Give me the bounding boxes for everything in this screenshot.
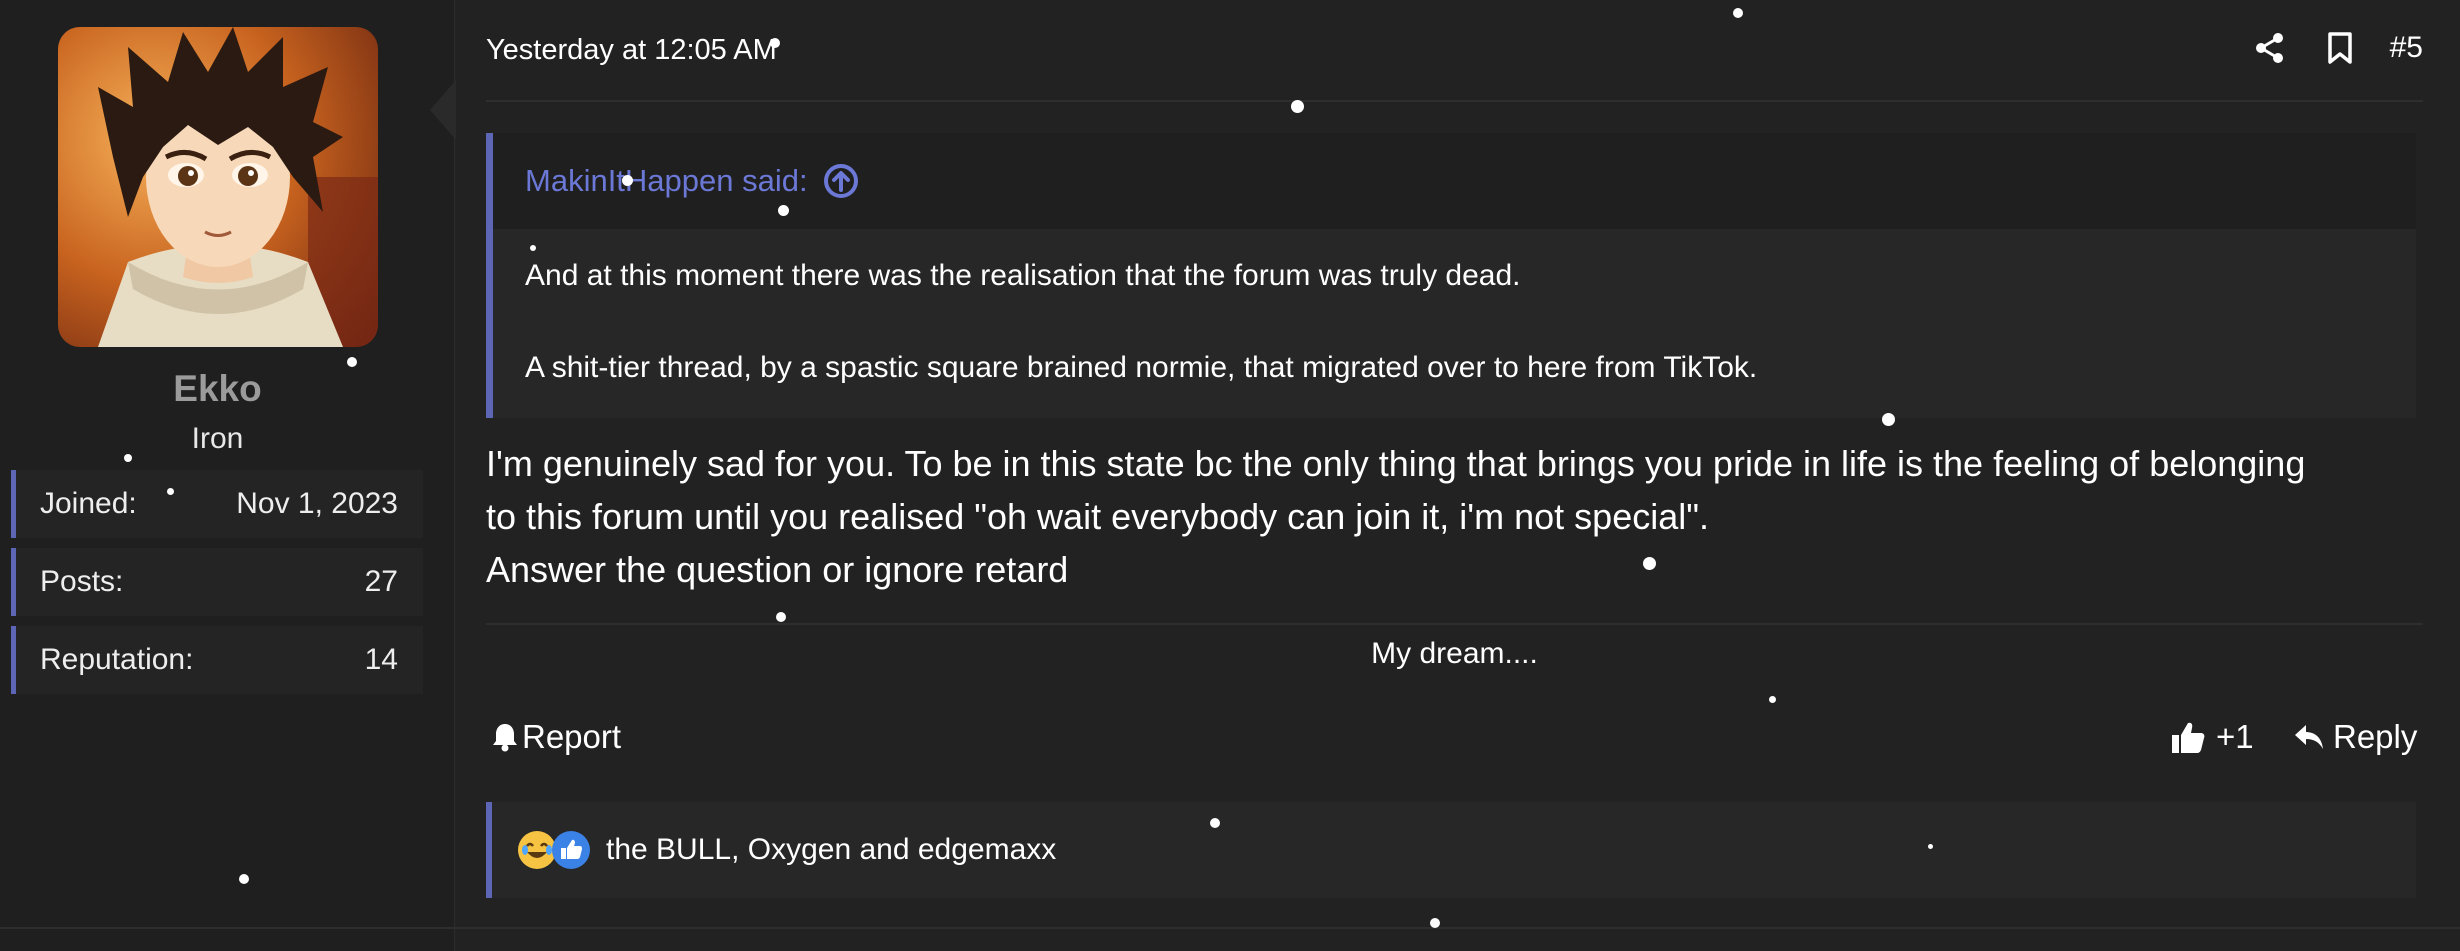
stat-label: Joined: xyxy=(40,487,137,520)
header-divider xyxy=(486,100,2423,102)
thumbs-up-icon xyxy=(2172,722,2205,753)
like-reaction-icon xyxy=(552,831,590,869)
snowflake xyxy=(1769,696,1776,703)
snowflake xyxy=(622,175,633,186)
username[interactable]: Ekko xyxy=(0,368,435,410)
signature: My dream.... xyxy=(1371,637,1538,670)
laughing-emoji-icon xyxy=(518,831,556,869)
reactions-users[interactable]: the BULL, Oxygen and edgemaxx xyxy=(606,833,1056,867)
reply-arrow-icon xyxy=(2295,725,2323,749)
post-pointer-arrow xyxy=(430,80,456,140)
snowflake xyxy=(1210,818,1220,828)
stat-posts: Posts: 27 xyxy=(11,548,423,616)
post-main: Yesterday at 12:05 AM #5 MakinItHappen s… xyxy=(455,0,2460,951)
post-message: I'm genuinely sad for you. To be in this… xyxy=(486,437,2421,596)
reply-button[interactable]: Reply xyxy=(2293,718,2417,756)
bookmark-icon[interactable] xyxy=(2320,28,2360,68)
message-line: Answer the question or ignore retard xyxy=(486,549,1069,590)
stat-value: 14 xyxy=(364,643,398,676)
snowflake xyxy=(1882,413,1895,426)
post-number[interactable]: #5 xyxy=(2390,31,2423,65)
quote-text-line: A shit-tier thread, by a spastic square … xyxy=(525,351,1758,384)
signature-divider xyxy=(486,623,2423,625)
stat-joined: Joined: Nov 1, 2023 xyxy=(11,470,423,538)
post-date[interactable]: Yesterday at 12:05 AM xyxy=(486,34,777,67)
snowflake xyxy=(770,38,780,48)
post-header-actions: #5 xyxy=(2250,28,2423,68)
snowflake xyxy=(1928,844,1933,849)
reactions-bar[interactable]: the BULL, Oxygen and edgemaxx xyxy=(486,802,2416,898)
snowflake xyxy=(239,874,249,884)
like-button[interactable]: +1 xyxy=(2170,718,2254,756)
arrow-up-circle-icon[interactable] xyxy=(823,164,858,198)
quote-author[interactable]: MakinItHappen said: xyxy=(525,163,808,199)
snowflake xyxy=(1291,100,1304,113)
report-button[interactable]: Report xyxy=(492,718,621,756)
snowflake xyxy=(1643,557,1656,570)
user-sidebar: Ekko Iron Joined: Nov 1, 2023 Posts: 27 … xyxy=(0,0,455,951)
message-line: I'm genuinely sad for you. To be in this… xyxy=(486,443,2306,484)
snowflake xyxy=(167,488,174,495)
snowflake xyxy=(124,454,132,462)
stat-value: 27 xyxy=(364,565,398,598)
snowflake xyxy=(1733,8,1743,18)
snowflake xyxy=(530,245,536,251)
stat-label: Posts: xyxy=(40,565,124,598)
avatar[interactable] xyxy=(58,27,378,347)
snowflake xyxy=(347,357,357,367)
stat-label: Reputation: xyxy=(40,643,194,676)
bell-icon xyxy=(493,724,517,752)
report-label: Report xyxy=(522,718,622,755)
message-line: to this forum until you realised "oh wai… xyxy=(486,496,1710,537)
snowflake xyxy=(1430,918,1440,928)
stat-value: Nov 1, 2023 xyxy=(236,487,398,520)
stat-reputation: Reputation: 14 xyxy=(11,626,423,694)
quote-block: MakinItHappen said: And at this moment t… xyxy=(486,133,2416,418)
share-icon[interactable] xyxy=(2250,28,2290,68)
user-title: Iron xyxy=(191,422,244,455)
snowflake xyxy=(778,205,789,216)
post-bottom-divider xyxy=(0,927,2460,929)
like-count: +1 xyxy=(2216,718,2254,755)
reply-label: Reply xyxy=(2333,718,2418,755)
quote-text-line: And at this moment there was the realisa… xyxy=(525,259,1521,292)
snowflake xyxy=(776,612,786,622)
